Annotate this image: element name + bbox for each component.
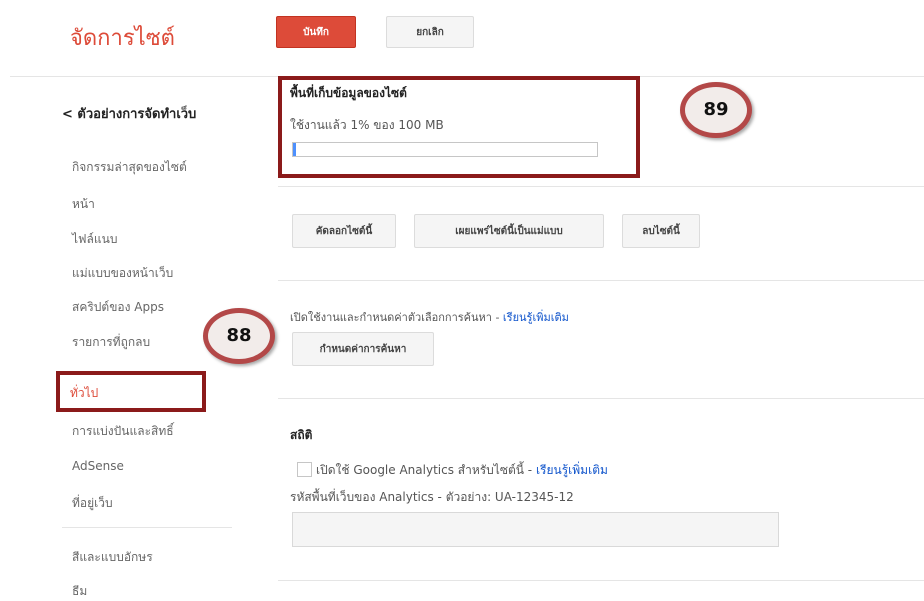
callout-bubble-89: 89 <box>680 82 752 138</box>
sidebar-item-page-templates[interactable]: แม่แบบของหน้าเว็บ <box>72 264 173 283</box>
analytics-checkbox-label: เปิดใช้ Google Analytics สำหรับไซต์นี้ - <box>316 463 536 477</box>
save-button[interactable]: บันทึก <box>276 16 356 48</box>
callout-bubble-88: 88 <box>203 308 275 364</box>
analytics-property-input[interactable] <box>292 512 779 547</box>
sidebar-item-apps-script[interactable]: สคริปต์ของ Apps <box>72 298 164 317</box>
cancel-button[interactable]: ยกเลิก <box>386 16 474 48</box>
analytics-learn-more-link[interactable]: เรียนรู้เพิ่มเติม <box>536 463 608 477</box>
analytics-checkbox-row: เปิดใช้ Google Analytics สำหรับไซต์นี้ -… <box>316 461 608 480</box>
search-learn-more-link[interactable]: เรียนรู้เพิ่มเติม <box>503 311 569 324</box>
section-divider <box>278 186 924 187</box>
delete-site-button[interactable]: ลบไซต์นี้ <box>622 214 700 248</box>
copy-site-button[interactable]: คัดลอกไซต์นี้ <box>292 214 396 248</box>
section-divider <box>278 580 924 581</box>
sidebar-item-themes[interactable]: ธีม <box>72 582 87 601</box>
configure-search-button[interactable]: กำหนดค่าการค้นหา <box>292 332 434 366</box>
sidebar-item-pages[interactable]: หน้า <box>72 195 95 214</box>
analytics-property-label: รหัสพื้นที่เว็บของ Analytics - ตัวอย่าง:… <box>290 490 574 504</box>
sidebar-item-adsense[interactable]: AdSense <box>72 459 124 473</box>
sidebar-item-sharing[interactable]: การแบ่งปันและสิทธิ์ <box>72 422 174 441</box>
analytics-checkbox[interactable] <box>297 462 312 477</box>
sidebar-item-deleted-items[interactable]: รายการที่ถูกลบ <box>72 333 150 352</box>
sidebar-item-colors-fonts[interactable]: สีและแบบอักษร <box>72 548 153 567</box>
search-text: เปิดใช้งานและกำหนดค่าตัวเลือกการค้นหา - <box>290 311 503 324</box>
sidebar-item-web-address[interactable]: ที่อยู่เว็บ <box>72 494 113 513</box>
stats-title: สถิติ <box>290 428 313 442</box>
sidebar-item-recent-activity[interactable]: กิจกรรมล่าสุดของไซต์ <box>72 158 187 177</box>
page-title: จัดการไซต์ <box>70 26 175 51</box>
publish-template-button[interactable]: เผยแพร่ไซต์นี้เป็นแม่แบบ <box>414 214 604 248</box>
section-divider <box>278 280 924 281</box>
sidebar-back-link[interactable]: < ตัวอย่างการจัดทำเว็บ <box>62 103 196 124</box>
search-description: เปิดใช้งานและกำหนดค่าตัวเลือกการค้นหา - … <box>290 308 569 326</box>
sidebar-divider <box>62 527 232 528</box>
storage-callout-box <box>278 76 640 178</box>
section-divider <box>278 398 924 399</box>
sidebar-item-attachments[interactable]: ไฟล์แนบ <box>72 230 117 249</box>
general-callout-box <box>56 371 206 412</box>
